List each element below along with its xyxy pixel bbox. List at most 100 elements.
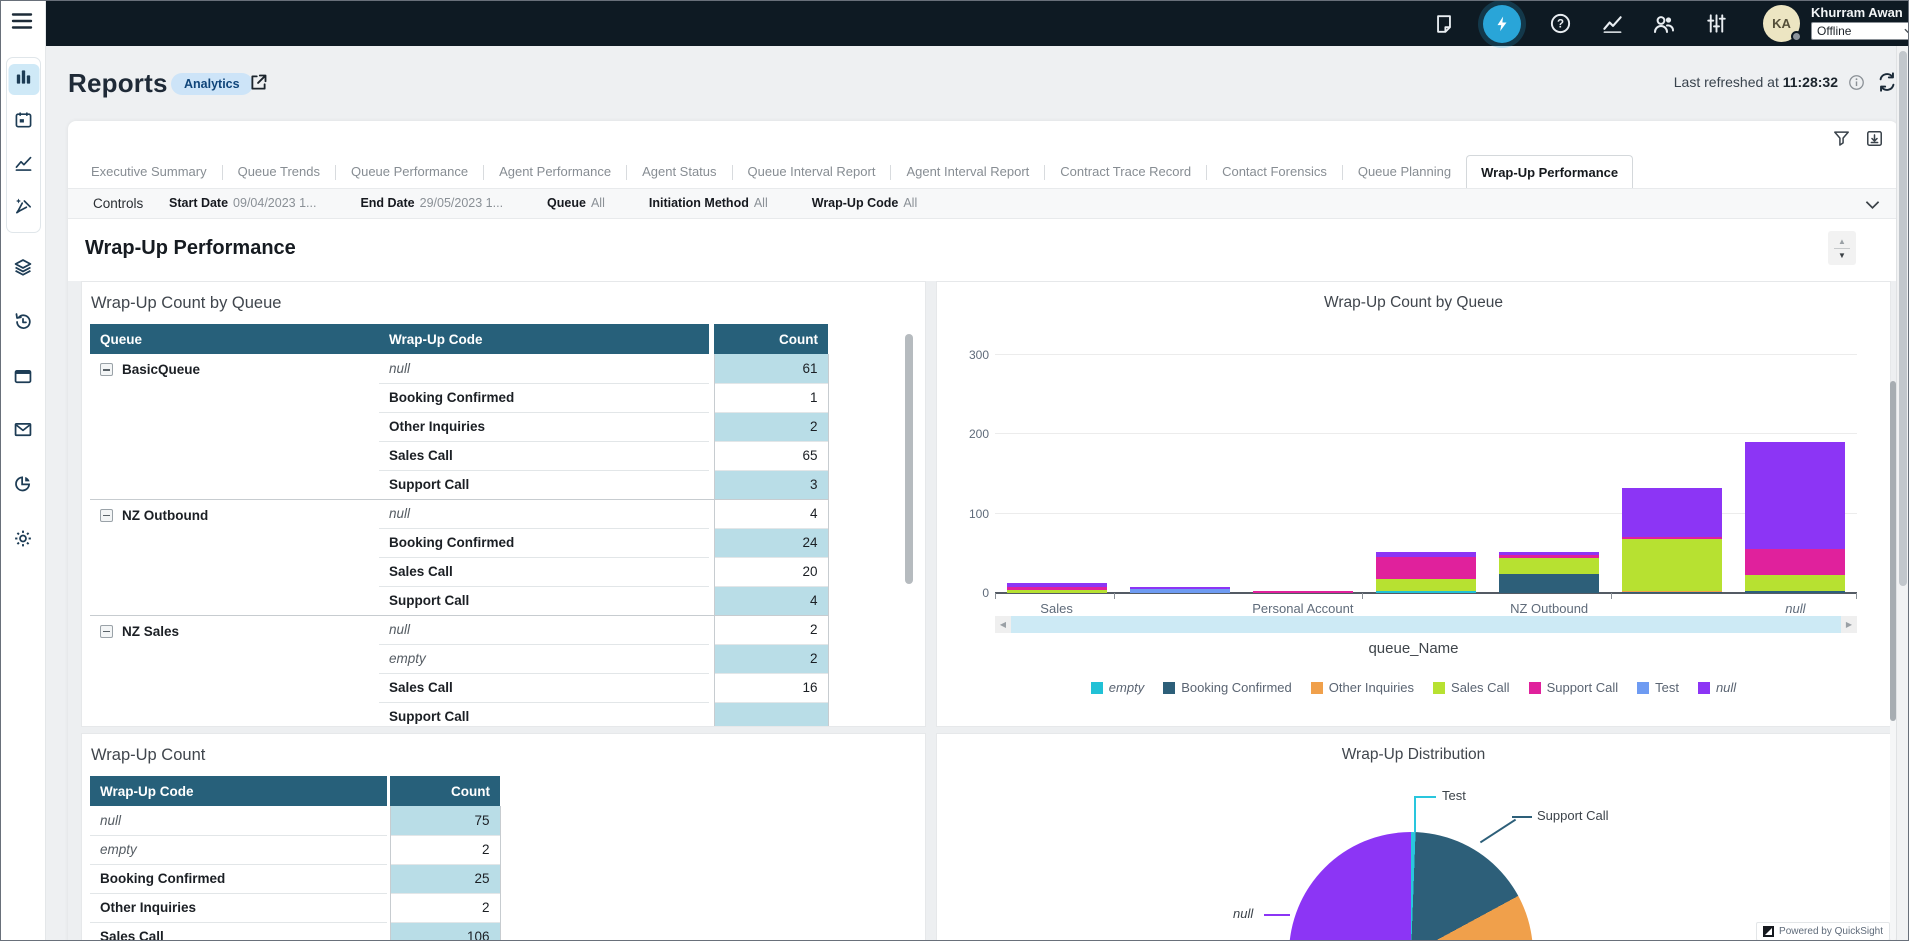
- legend-item-other-inquiries[interactable]: Other Inquiries: [1311, 680, 1414, 695]
- sidebar-item-email[interactable]: [8, 416, 39, 447]
- tab-queue-planning[interactable]: Queue Planning: [1343, 154, 1466, 188]
- table-row[interactable]: NZ Salesnull2: [90, 615, 828, 644]
- sidebar-item-schedule[interactable]: [8, 107, 39, 138]
- tab-contract-trace-record[interactable]: Contract Trace Record: [1045, 154, 1206, 188]
- table-row[interactable]: Sales Call106: [90, 922, 500, 941]
- stacked-bar-sales[interactable]: [1007, 583, 1107, 593]
- avatar-initials: KA: [1772, 16, 1791, 31]
- page-scrollbar-thumb[interactable]: [1899, 51, 1907, 586]
- tab-wrap-up-performance[interactable]: Wrap-Up Performance: [1466, 155, 1633, 189]
- collapse-minus-icon[interactable]: [100, 509, 113, 522]
- controls-collapse-chevron-icon[interactable]: [1865, 197, 1880, 215]
- refresh-prefix: Last refreshed at: [1674, 74, 1779, 90]
- column-header[interactable]: Count: [714, 324, 828, 354]
- filter-start-date[interactable]: Start Date09/04/2023 1...: [169, 196, 316, 210]
- stacked-bar-nz-outbound[interactable]: [1499, 552, 1599, 593]
- sidebar-item-insights[interactable]: [8, 150, 39, 181]
- sidebar-item-reports[interactable]: [8, 64, 39, 95]
- legend-item-test[interactable]: Test: [1637, 680, 1679, 695]
- wrapup-code-cell: Support Call: [379, 702, 709, 727]
- table-row[interactable]: empty2: [90, 835, 500, 864]
- dashboard-tools: [1832, 129, 1884, 153]
- legend-item-empty[interactable]: empty: [1091, 680, 1144, 695]
- bar-segment: [1745, 549, 1845, 574]
- legend-swatch: [1091, 682, 1103, 694]
- table-row[interactable]: NZ Outboundnull4: [90, 499, 828, 528]
- filter-wrap-up-code[interactable]: Wrap-Up CodeAll: [812, 196, 917, 210]
- spinner-down-icon[interactable]: ▼: [1838, 251, 1846, 260]
- sidebar-item-dashboards[interactable]: [8, 470, 39, 501]
- menu-hamburger-icon[interactable]: [11, 12, 33, 35]
- tab-queue-trends[interactable]: Queue Trends: [223, 154, 335, 188]
- controls-label: Controls: [93, 196, 143, 211]
- tab-agent-status[interactable]: Agent Status: [627, 154, 731, 188]
- stacked-bar-null[interactable]: [1745, 442, 1845, 593]
- filter-queue[interactable]: QueueAll: [547, 196, 605, 210]
- stacked-bar-1[interactable]: [1130, 587, 1230, 593]
- external-link-icon[interactable]: [248, 72, 269, 98]
- column-header[interactable]: Count: [390, 776, 500, 806]
- line-chart-icon: [14, 153, 34, 178]
- sidebar-item-history[interactable]: [8, 308, 39, 339]
- sidebar-item-design[interactable]: [8, 193, 39, 224]
- table-row[interactable]: null75: [90, 806, 500, 835]
- x-axis-tick: [1611, 593, 1612, 599]
- table-row[interactable]: BasicQueuenull61: [90, 354, 828, 383]
- filter-end-date[interactable]: End Date29/05/2023 1...: [360, 196, 503, 210]
- tab-queue-performance[interactable]: Queue Performance: [336, 154, 483, 188]
- y-axis-tick-label: 200: [961, 427, 989, 441]
- legend-item-null[interactable]: null: [1698, 680, 1736, 695]
- scrollbar-track[interactable]: [1011, 616, 1841, 633]
- stacked-bar-personal-account[interactable]: [1253, 591, 1353, 593]
- filter-initiation-method[interactable]: Initiation MethodAll: [649, 196, 768, 210]
- user-avatar[interactable]: KA: [1763, 5, 1800, 42]
- presence-select[interactable]: Offline: [1811, 22, 1909, 40]
- quick-actions-icon[interactable]: [1483, 5, 1521, 43]
- spinner-up-icon[interactable]: ▲: [1838, 237, 1846, 246]
- tab-agent-performance[interactable]: Agent Performance: [484, 154, 626, 188]
- sidebar-item-layers[interactable]: [8, 254, 39, 285]
- x-axis-tick: [1362, 593, 1363, 599]
- info-icon[interactable]: [1848, 74, 1865, 96]
- tab-agent-interval-report[interactable]: Agent Interval Report: [891, 154, 1044, 188]
- export-download-icon[interactable]: [1865, 129, 1884, 153]
- legend-item-support-call[interactable]: Support Call: [1529, 680, 1619, 695]
- tab-executive-summary[interactable]: Executive Summary: [76, 154, 222, 188]
- analytics-chart-icon[interactable]: [1599, 11, 1625, 37]
- presence-value: Offline: [1817, 24, 1851, 38]
- collapse-minus-icon[interactable]: [100, 363, 113, 376]
- legend-item-sales-call[interactable]: Sales Call: [1433, 680, 1510, 695]
- contacts-icon[interactable]: [1651, 11, 1677, 37]
- scroll-right-button[interactable]: ▶: [1841, 616, 1857, 633]
- filters: Start Date09/04/2023 1... End Date29/05/2…: [169, 196, 961, 210]
- stacked-bar-5[interactable]: [1622, 488, 1722, 593]
- refresh-icon[interactable]: [1876, 71, 1898, 98]
- legend-item-booking-confirmed[interactable]: Booking Confirmed: [1163, 680, 1292, 695]
- user-name: Khurram Awan: [1811, 5, 1909, 20]
- table-row[interactable]: Booking Confirmed25: [90, 864, 500, 893]
- tab-queue-interval-report[interactable]: Queue Interval Report: [733, 154, 891, 188]
- notes-icon[interactable]: [1431, 11, 1457, 37]
- legend-label: Support Call: [1547, 680, 1619, 695]
- column-header[interactable]: Wrap-Up Code: [90, 776, 387, 806]
- column-header[interactable]: Wrap-Up Code: [379, 324, 709, 354]
- sidebar-item-settings[interactable]: [8, 525, 39, 556]
- pie-chart[interactable]: [1289, 832, 1533, 941]
- stacked-bar-3[interactable]: [1376, 552, 1476, 593]
- filter-funnel-icon[interactable]: [1832, 129, 1851, 153]
- help-icon[interactable]: ?: [1547, 11, 1573, 37]
- column-header[interactable]: Queue: [90, 324, 379, 354]
- layers-icon: [13, 257, 34, 283]
- table-row[interactable]: Other Inquiries2: [90, 893, 500, 922]
- bar-segment: [1253, 591, 1353, 593]
- legend-swatch: [1163, 682, 1175, 694]
- topbar: ? KA Khurram Awan Offline: [46, 1, 1909, 46]
- sidebar-item-workspace[interactable]: [8, 363, 39, 394]
- preferences-sliders-icon[interactable]: [1703, 11, 1729, 37]
- scroll-left-button[interactable]: ◀: [995, 616, 1011, 633]
- count-cell: 16: [714, 673, 828, 702]
- count-cell: 4: [714, 499, 828, 528]
- pivot-scrollbar-thumb[interactable]: [905, 334, 913, 584]
- tab-contact-forensics[interactable]: Contact Forensics: [1207, 154, 1342, 188]
- collapse-minus-icon[interactable]: [100, 625, 113, 638]
